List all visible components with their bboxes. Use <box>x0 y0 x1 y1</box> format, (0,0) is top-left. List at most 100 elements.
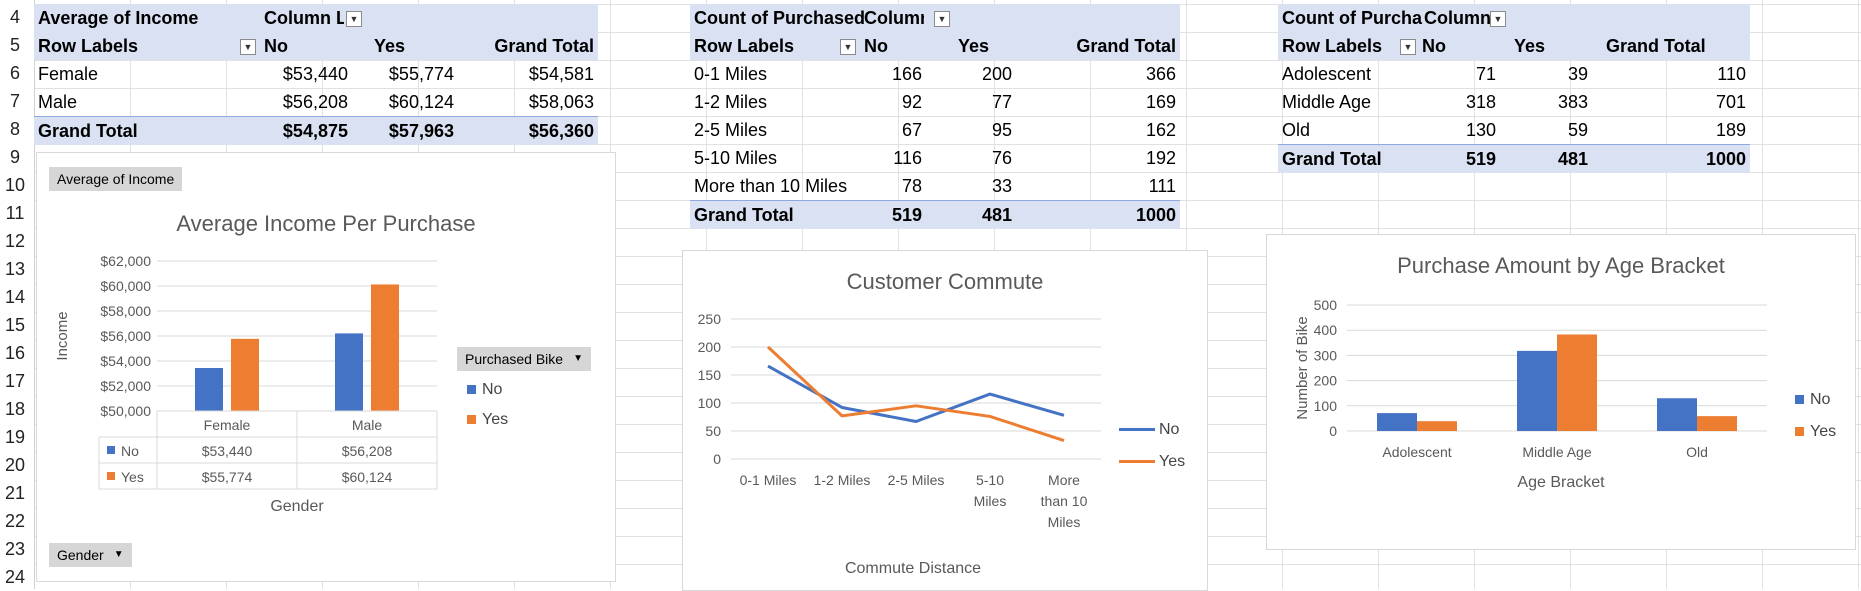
value-cell[interactable]: 162 <box>1096 116 1176 144</box>
column-filter-button[interactable]: ▼ <box>934 4 952 32</box>
legend-item-no[interactable]: No <box>1119 421 1179 439</box>
value-cell[interactable]: 39 <box>1508 60 1588 88</box>
row-label[interactable]: Old <box>1282 116 1422 144</box>
row-number[interactable]: 12 <box>0 231 30 252</box>
row-number[interactable]: 17 <box>0 371 30 392</box>
pivot-row[interactable]: More than 10 Miles 78 33 111 <box>690 172 1180 200</box>
value-cell[interactable]: 77 <box>932 88 1012 116</box>
value-cell[interactable]: 76 <box>932 144 1012 172</box>
value-cell[interactable]: 200 <box>932 60 1012 88</box>
row-number[interactable]: 19 <box>0 427 30 448</box>
row-number[interactable]: 13 <box>0 259 30 280</box>
row-number[interactable]: 18 <box>0 399 30 420</box>
pivot-row[interactable]: 5-10 Miles 116 76 192 <box>690 144 1180 172</box>
legend-item-no[interactable]: No <box>467 381 502 399</box>
row-number[interactable]: 11 <box>0 203 30 224</box>
pivot-value-field[interactable]: Count of Purcha <box>1282 4 1426 32</box>
legend-item-yes[interactable]: Yes <box>1795 423 1836 441</box>
value-cell[interactable]: 1000 <box>1096 201 1176 229</box>
row-number[interactable]: 14 <box>0 287 30 308</box>
row-label[interactable]: Adolescent <box>1282 60 1422 88</box>
row-filter-button[interactable]: ▼ <box>840 32 858 60</box>
value-cell[interactable]: 318 <box>1416 88 1496 116</box>
value-cell[interactable]: 110 <box>1666 60 1746 88</box>
value-cell[interactable]: $56,208 <box>248 88 348 116</box>
column-filter-button[interactable]: ▼ <box>346 4 364 32</box>
row-label[interactable]: Middle Age <box>1282 88 1422 116</box>
row-number[interactable]: 6 <box>0 63 30 84</box>
value-cell[interactable]: 189 <box>1666 116 1746 144</box>
pivot-row[interactable]: 2-5 Miles 67 95 162 <box>690 116 1180 144</box>
value-cell[interactable]: $56,360 <box>494 117 594 145</box>
value-cell[interactable]: 92 <box>842 88 922 116</box>
row-number[interactable]: 20 <box>0 455 30 476</box>
pivot-row[interactable]: Adolescent 71 39 110 <box>1278 60 1750 88</box>
row-number[interactable]: 4 <box>0 7 30 28</box>
value-cell[interactable]: 33 <box>932 172 1012 200</box>
column-filter-button[interactable]: ▼ <box>1490 4 1508 32</box>
value-cell[interactable]: 71 <box>1416 60 1496 88</box>
value-cell[interactable]: 169 <box>1096 88 1176 116</box>
pivot-column-header[interactable]: Column <box>864 4 924 32</box>
pivot-value-field[interactable]: Average of Income <box>38 4 258 32</box>
value-cell[interactable]: $60,124 <box>354 88 454 116</box>
value-cell[interactable]: 192 <box>1096 144 1176 172</box>
value-cell[interactable]: $54,581 <box>494 60 594 88</box>
chart-average-income[interactable]: Average Income Per Purchase $50,000 $52,00… <box>36 152 616 582</box>
row-filter-button[interactable]: ▼ <box>240 32 258 60</box>
value-cell[interactable]: 1000 <box>1666 145 1746 173</box>
value-cell[interactable]: 130 <box>1416 116 1496 144</box>
field-button-average-of-income[interactable]: Average of Income <box>49 167 183 191</box>
row-number[interactable]: 9 <box>0 147 30 168</box>
row-number[interactable]: 10 <box>0 175 30 196</box>
row-label[interactable]: Grand Total <box>38 117 238 145</box>
row-number[interactable]: 24 <box>0 567 30 588</box>
legend-item-yes[interactable]: Yes <box>1119 453 1185 471</box>
grand-total-row[interactable]: Grand Total $54,875 $57,963 $56,360 <box>34 116 598 145</box>
field-button-gender[interactable]: Gender ▼ <box>49 543 132 567</box>
row-label[interactable]: Male <box>38 88 238 116</box>
pivot-row[interactable]: Old 130 59 189 <box>1278 116 1750 144</box>
chart-customer-commute[interactable]: Customer Commute 0 50 100 150 200 250 0-1 Miles… <box>682 250 1208 591</box>
row-number[interactable]: 5 <box>0 35 30 56</box>
grand-total-row[interactable]: Grand Total 519 481 1000 <box>1278 144 1750 173</box>
value-cell[interactable]: 67 <box>842 116 922 144</box>
legend-item-yes[interactable]: Yes <box>467 411 508 429</box>
row-filter-button[interactable]: ▼ <box>1400 32 1418 60</box>
value-cell[interactable]: $54,875 <box>248 117 348 145</box>
pivot-row[interactable]: Female $53,440 $55,774 $54,581 <box>34 60 598 88</box>
value-cell[interactable]: $53,440 <box>248 60 348 88</box>
pivot-column-header[interactable]: Column La <box>264 4 344 32</box>
legend-item-no[interactable]: No <box>1795 391 1830 409</box>
row-header-column[interactable]: 4 5 6 7 8 9 10 11 12 13 14 15 16 17 18 19 20 21 22 23 24 <box>0 0 35 589</box>
value-cell[interactable]: 95 <box>932 116 1012 144</box>
value-cell[interactable]: 519 <box>1416 145 1496 173</box>
row-label[interactable]: Grand Total <box>1282 145 1422 173</box>
value-cell[interactable]: 366 <box>1096 60 1176 88</box>
pivot-value-field[interactable]: Count of Purchased <box>694 4 864 32</box>
row-number[interactable]: 21 <box>0 483 30 504</box>
grand-total-row[interactable]: Grand Total 519 481 1000 <box>690 200 1180 229</box>
value-cell[interactable]: $55,774 <box>354 60 454 88</box>
pivot-row[interactable]: Middle Age 318 383 701 <box>1278 88 1750 116</box>
value-cell[interactable]: 481 <box>1508 145 1588 173</box>
value-cell[interactable]: 78 <box>842 172 922 200</box>
row-number[interactable]: 22 <box>0 511 30 532</box>
value-cell[interactable]: 383 <box>1508 88 1588 116</box>
value-cell[interactable]: $57,963 <box>354 117 454 145</box>
row-number[interactable]: 7 <box>0 91 30 112</box>
value-cell[interactable]: 166 <box>842 60 922 88</box>
pivot-row[interactable]: 1-2 Miles 92 77 169 <box>690 88 1180 116</box>
row-number[interactable]: 8 <box>0 119 30 140</box>
row-number[interactable]: 16 <box>0 343 30 364</box>
value-cell[interactable]: 111 <box>1096 172 1176 200</box>
row-label[interactable]: Female <box>38 60 238 88</box>
pivot-column-header[interactable]: Column <box>1424 4 1490 32</box>
value-cell[interactable]: 701 <box>1666 88 1746 116</box>
row-number[interactable]: 15 <box>0 315 30 336</box>
field-button-purchased-bike[interactable]: Purchased Bike ▼ <box>457 347 592 371</box>
row-number[interactable]: 23 <box>0 539 30 560</box>
pivot-row[interactable]: 0-1 Miles 166 200 366 <box>690 60 1180 88</box>
value-cell[interactable]: 116 <box>842 144 922 172</box>
pivot-row[interactable]: Male $56,208 $60,124 $58,063 <box>34 88 598 116</box>
